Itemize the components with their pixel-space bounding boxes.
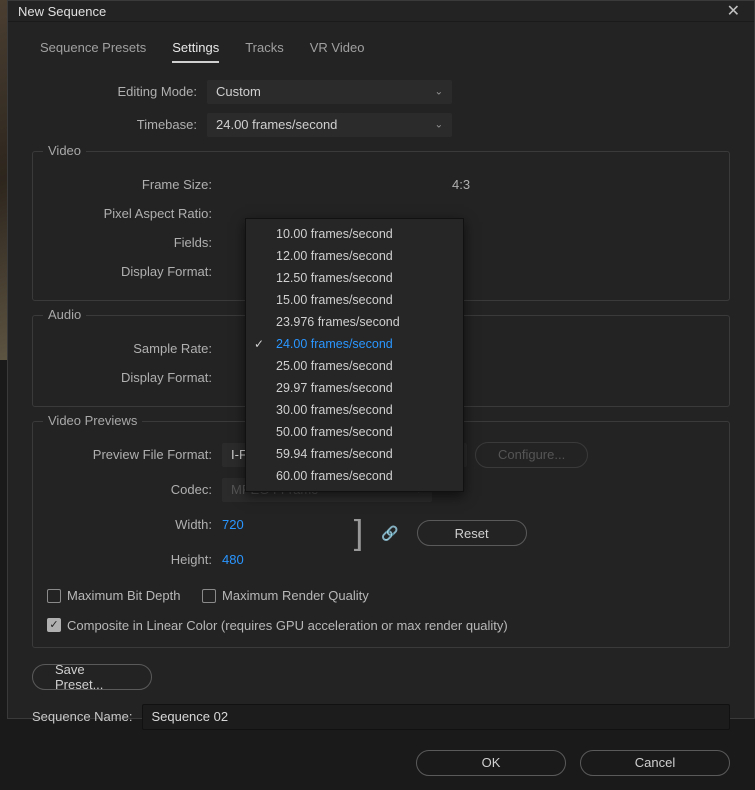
editing-mode-label: Editing Mode: — [32, 84, 207, 99]
fields-label: Fields: — [47, 235, 222, 250]
background-image-edge — [0, 0, 7, 360]
configure-button: Configure... — [475, 442, 588, 468]
sequence-name-input[interactable] — [142, 704, 730, 730]
timebase-option-label: 15.00 frames/second — [276, 293, 393, 307]
preview-file-format-label: Preview File Format: — [47, 447, 222, 462]
timebase-option[interactable]: 60.00 frames/second — [246, 465, 463, 487]
codec-label: Codec: — [47, 482, 222, 497]
timebase-option-label: 12.00 frames/second — [276, 249, 393, 263]
reset-button[interactable]: Reset — [417, 520, 527, 546]
timebase-option[interactable]: 59.94 frames/second — [246, 443, 463, 465]
timebase-option-label: 29.97 frames/second — [276, 381, 393, 395]
editing-mode-select[interactable]: Custom ⌄ — [207, 80, 452, 104]
width-value[interactable]: 720 — [222, 517, 244, 532]
timebase-option-label: 30.00 frames/second — [276, 403, 393, 417]
tab-tracks[interactable]: Tracks — [245, 40, 284, 63]
timebase-option[interactable]: 30.00 frames/second — [246, 399, 463, 421]
max-render-quality-checkbox[interactable]: Maximum Render Quality — [202, 588, 369, 603]
audio-display-format-label: Display Format: — [47, 370, 222, 385]
timebase-option-label: 10.00 frames/second — [276, 227, 393, 241]
titlebar: New Sequence ✕ — [8, 1, 754, 22]
checkbox-icon — [47, 618, 61, 632]
check-icon: ✓ — [254, 337, 264, 351]
new-sequence-dialog: New Sequence ✕ Sequence Presets Settings… — [7, 0, 755, 719]
tab-sequence-presets[interactable]: Sequence Presets — [40, 40, 146, 63]
sample-rate-label: Sample Rate: — [47, 341, 222, 356]
timebase-option[interactable]: 15.00 frames/second — [246, 289, 463, 311]
timebase-option[interactable]: 10.00 frames/second — [246, 223, 463, 245]
timebase-label: Timebase: — [32, 117, 207, 132]
sequence-name-label: Sequence Name: — [32, 709, 132, 724]
audio-group-title: Audio — [43, 307, 86, 322]
close-icon[interactable]: ✕ — [723, 1, 744, 21]
timebase-option[interactable]: 12.00 frames/second — [246, 245, 463, 267]
video-display-format-label: Display Format: — [47, 264, 222, 279]
timebase-option[interactable]: 29.97 frames/second — [246, 377, 463, 399]
timebase-option[interactable]: 23.976 frames/second — [246, 311, 463, 333]
timebase-option-label: 60.00 frames/second — [276, 469, 393, 483]
settings-panel: Editing Mode: Custom ⌄ Timebase: 24.00 f… — [32, 77, 730, 776]
chevron-down-icon: ⌄ — [435, 119, 443, 130]
bracket-icon: ] — [354, 516, 363, 550]
video-previews-title: Video Previews — [43, 413, 142, 428]
width-label: Width: — [47, 517, 222, 532]
tab-vr-video[interactable]: VR Video — [310, 40, 365, 63]
timebase-option-label: 50.00 frames/second — [276, 425, 393, 439]
frame-size-label: Frame Size: — [47, 177, 222, 192]
timebase-option-label: 24.00 frames/second — [276, 337, 393, 351]
ok-button[interactable]: OK — [416, 750, 566, 776]
cancel-button[interactable]: Cancel — [580, 750, 730, 776]
checkbox-icon — [47, 589, 61, 603]
save-preset-button[interactable]: Save Preset... — [32, 664, 152, 690]
height-value[interactable]: 480 — [222, 552, 244, 567]
link-icon[interactable]: 🔗 — [381, 525, 398, 542]
timebase-option[interactable]: ✓ 24.00 frames/second — [246, 333, 463, 355]
timebase-option-label: 25.00 frames/second — [276, 359, 393, 373]
timebase-select[interactable]: 24.00 frames/second ⌄ — [207, 113, 452, 137]
timebase-option-label: 23.976 frames/second — [276, 315, 400, 329]
timebase-value: 24.00 frames/second — [216, 117, 337, 132]
editing-mode-value: Custom — [216, 84, 261, 99]
timebase-option-label: 12.50 frames/second — [276, 271, 393, 285]
tabs: Sequence Presets Settings Tracks VR Vide… — [32, 40, 730, 63]
composite-linear-checkbox[interactable]: Composite in Linear Color (requires GPU … — [47, 618, 508, 633]
chevron-down-icon: ⌄ — [435, 86, 443, 97]
max-bit-depth-checkbox[interactable]: Maximum Bit Depth — [47, 588, 180, 603]
composite-linear-label: Composite in Linear Color (requires GPU … — [67, 618, 508, 633]
pixel-aspect-label: Pixel Aspect Ratio: — [47, 206, 222, 221]
video-group-title: Video — [43, 143, 86, 158]
timebase-option[interactable]: 25.00 frames/second — [246, 355, 463, 377]
max-render-quality-label: Maximum Render Quality — [222, 588, 369, 603]
max-bit-depth-label: Maximum Bit Depth — [67, 588, 180, 603]
timebase-option[interactable]: 50.00 frames/second — [246, 421, 463, 443]
dialog-body: Sequence Presets Settings Tracks VR Vide… — [8, 22, 754, 790]
tab-settings[interactable]: Settings — [172, 40, 219, 63]
height-label: Height: — [47, 552, 222, 567]
dialog-title: New Sequence — [18, 4, 723, 19]
frame-ratio: 4:3 — [452, 177, 470, 192]
timebase-dropdown: 10.00 frames/second 12.00 frames/second 12… — [245, 218, 464, 492]
timebase-option[interactable]: 12.50 frames/second — [246, 267, 463, 289]
timebase-option-label: 59.94 frames/second — [276, 447, 393, 461]
checkbox-icon — [202, 589, 216, 603]
